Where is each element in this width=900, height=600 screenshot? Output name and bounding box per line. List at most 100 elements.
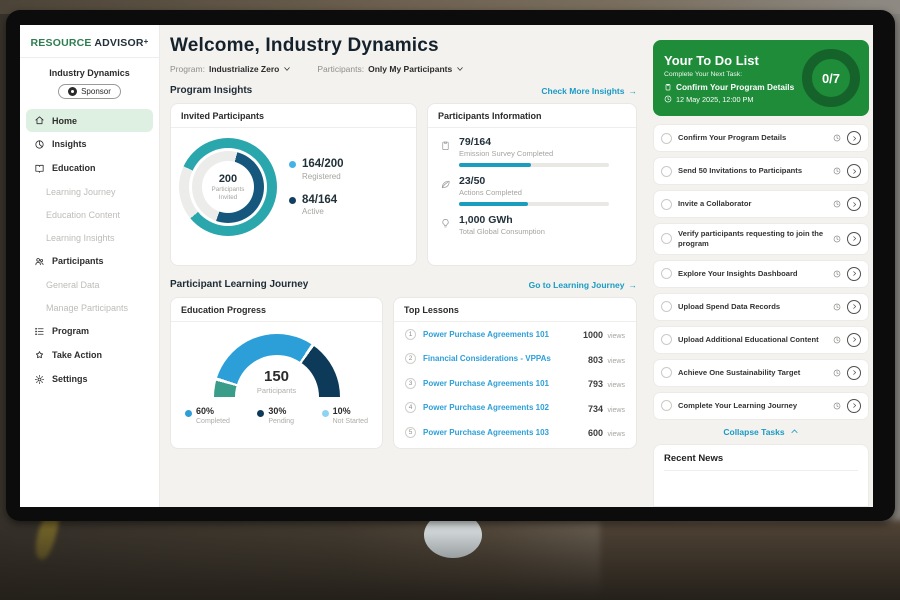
clock-icon (833, 200, 841, 208)
sidebar-item-program[interactable]: Program (20, 319, 159, 343)
sidebar-item-take-action[interactable]: Take Action (20, 343, 159, 367)
task-checkbox[interactable] (661, 367, 672, 378)
star-burst-icon (34, 350, 45, 361)
task-item[interactable]: Invite a Collaborator (653, 190, 869, 218)
clipboard-icon (664, 83, 672, 91)
check-more-insights-link[interactable]: Check More Insights → (541, 86, 637, 96)
people-icon (34, 256, 45, 267)
sidebar-item-home[interactable]: Home (26, 109, 153, 132)
task-checkbox[interactable] (661, 268, 672, 279)
task-go-button[interactable] (847, 131, 861, 145)
lesson-rank: 2 (405, 353, 416, 364)
invited-participants-card: Invited Participants 200 Participants In… (170, 103, 417, 266)
sidebar-item-education-content[interactable]: Education Content (20, 203, 159, 226)
legend-pct: 60% (196, 407, 230, 417)
progress-track (459, 202, 609, 206)
sidebar-item-general-data[interactable]: General Data (20, 273, 159, 296)
task-checkbox[interactable] (661, 301, 672, 312)
sidebar-item-label: Settings (52, 374, 88, 384)
lesson-link[interactable]: Power Purchase Agreements 101 (423, 330, 576, 339)
task-go-button[interactable] (847, 232, 861, 246)
lesson-link[interactable]: Financial Considerations - VPPAs (423, 354, 581, 363)
task-label: Confirm Your Program Details (678, 133, 827, 143)
clock-icon (833, 134, 841, 142)
sidebar-item-learning-insights[interactable]: Learning Insights (20, 226, 159, 249)
task-checkbox[interactable] (661, 334, 672, 345)
logo-advisor: ADVISOR (94, 37, 143, 49)
lesson-link[interactable]: Power Purchase Agreements 102 (423, 403, 581, 412)
legend-dot (289, 197, 296, 204)
task-go-button[interactable] (847, 333, 861, 347)
task-go-button[interactable] (847, 164, 861, 178)
invited-donut-chart: 200 Participants Invited (179, 138, 277, 236)
task-go-button[interactable] (847, 197, 861, 211)
collapse-tasks-link[interactable]: Collapse Tasks (653, 427, 869, 437)
legend-not-started: 10% Not Started (322, 407, 368, 425)
task-go-button[interactable] (847, 300, 861, 314)
task-go-button[interactable] (847, 267, 861, 281)
sidebar-item-label: Education Content (46, 210, 120, 220)
lesson-row: 3 Power Purchase Agreements 101 793 view… (394, 371, 636, 396)
legend-value: 84/164 (302, 194, 337, 207)
task-checkbox[interactable] (661, 133, 672, 144)
legend-registered: 164/200 Registered (289, 158, 344, 181)
views-suffix: views (607, 407, 625, 414)
link-label: Check More Insights (541, 86, 624, 96)
task-item[interactable]: Upload Additional Educational Content (653, 326, 869, 354)
chevron-down-icon (283, 65, 291, 73)
clock-icon (833, 336, 841, 344)
participants-filter[interactable]: Participants: Only My Participants (317, 64, 464, 74)
card-title: Education Progress (171, 298, 382, 322)
lesson-views: 803 (588, 355, 603, 365)
logo-plus: + (144, 37, 149, 46)
chevron-right-icon (851, 336, 858, 343)
sidebar-item-participants[interactable]: Participants (20, 249, 159, 273)
sidebar-item-education[interactable]: Education (20, 156, 159, 180)
legend-active: 84/164 Active (289, 194, 344, 217)
gauge-center-value: 150 (264, 369, 289, 384)
logo-resource: RESOURCE (31, 37, 92, 49)
legend-pending: 30% Pending (257, 407, 294, 425)
todo-due-date: 12 May 2025, 12:00 PM (676, 95, 753, 104)
program-filter[interactable]: Program: Industrialize Zero (170, 64, 291, 74)
legend-label: Not Started (333, 418, 368, 425)
task-item[interactable]: Verify participants requesting to join t… (653, 223, 869, 255)
filter-bar: Program: Industrialize Zero Participants… (170, 64, 637, 74)
sponsor-badge-label: Sponsor (81, 87, 111, 96)
task-item[interactable]: Upload Spend Data Records (653, 293, 869, 321)
task-item[interactable]: Send 50 Invitations to Participants (653, 157, 869, 185)
clock-icon (833, 369, 841, 377)
task-item[interactable]: Achieve One Sustainability Target (653, 359, 869, 387)
go-to-learning-journey-link[interactable]: Go to Learning Journey → (529, 280, 637, 290)
insights-icon (34, 139, 45, 150)
lesson-link[interactable]: Power Purchase Agreements 101 (423, 379, 581, 388)
task-item[interactable]: Confirm Your Program Details (653, 124, 869, 152)
legend-pct: 30% (268, 407, 294, 417)
stat-label: Actions Completed (459, 188, 609, 197)
dashboard-screen: RESOURCE ADVISOR+ Industry Dynamics Spon… (20, 25, 873, 507)
lesson-link[interactable]: Power Purchase Agreements 103 (423, 428, 581, 437)
sidebar-item-settings[interactable]: Settings (20, 367, 159, 391)
lesson-rank: 1 (405, 329, 416, 340)
sidebar-item-insights[interactable]: Insights (20, 132, 159, 156)
task-item[interactable]: Complete Your Learning Journey (653, 392, 869, 420)
top-lessons-card: Top Lessons 1 Power Purchase Agreements … (393, 297, 637, 449)
link-label: Go to Learning Journey (529, 280, 625, 290)
sponsor-icon (68, 87, 77, 96)
task-go-button[interactable] (847, 366, 861, 380)
todo-summary-card: Your To Do List Complete Your Next Task:… (653, 40, 869, 116)
task-item[interactable]: Explore Your Insights Dashboard (653, 260, 869, 288)
legend-dot (257, 410, 264, 417)
sidebar-item-label: Program (52, 326, 89, 336)
task-checkbox[interactable] (661, 166, 672, 177)
task-checkbox[interactable] (661, 233, 672, 244)
task-checkbox[interactable] (661, 400, 672, 411)
task-go-button[interactable] (847, 399, 861, 413)
task-label: Upload Spend Data Records (678, 302, 827, 312)
progress-track (459, 163, 609, 167)
sidebar-item-manage-participants[interactable]: Manage Participants (20, 296, 159, 319)
lesson-rank: 4 (405, 402, 416, 413)
task-checkbox[interactable] (661, 199, 672, 210)
leaf-icon (440, 179, 451, 190)
sidebar-item-learning-journey[interactable]: Learning Journey (20, 180, 159, 203)
